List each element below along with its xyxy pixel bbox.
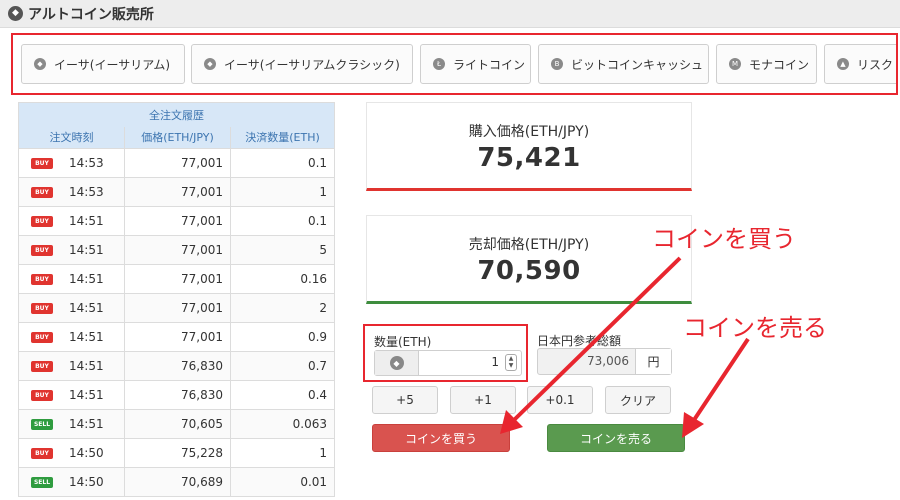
sell-arrow-head — [682, 412, 704, 438]
sell-arrow-line — [692, 337, 750, 422]
buy-arrow-line — [512, 256, 682, 422]
buy-annotation: コインを買う — [652, 225, 796, 253]
page: ◆ アルトコイン販売所 ◆ イーサ(イーサリアム) ◆ イーサ(イーサリアムクラ… — [0, 0, 900, 500]
sell-annotation: コインを売る — [683, 314, 827, 342]
